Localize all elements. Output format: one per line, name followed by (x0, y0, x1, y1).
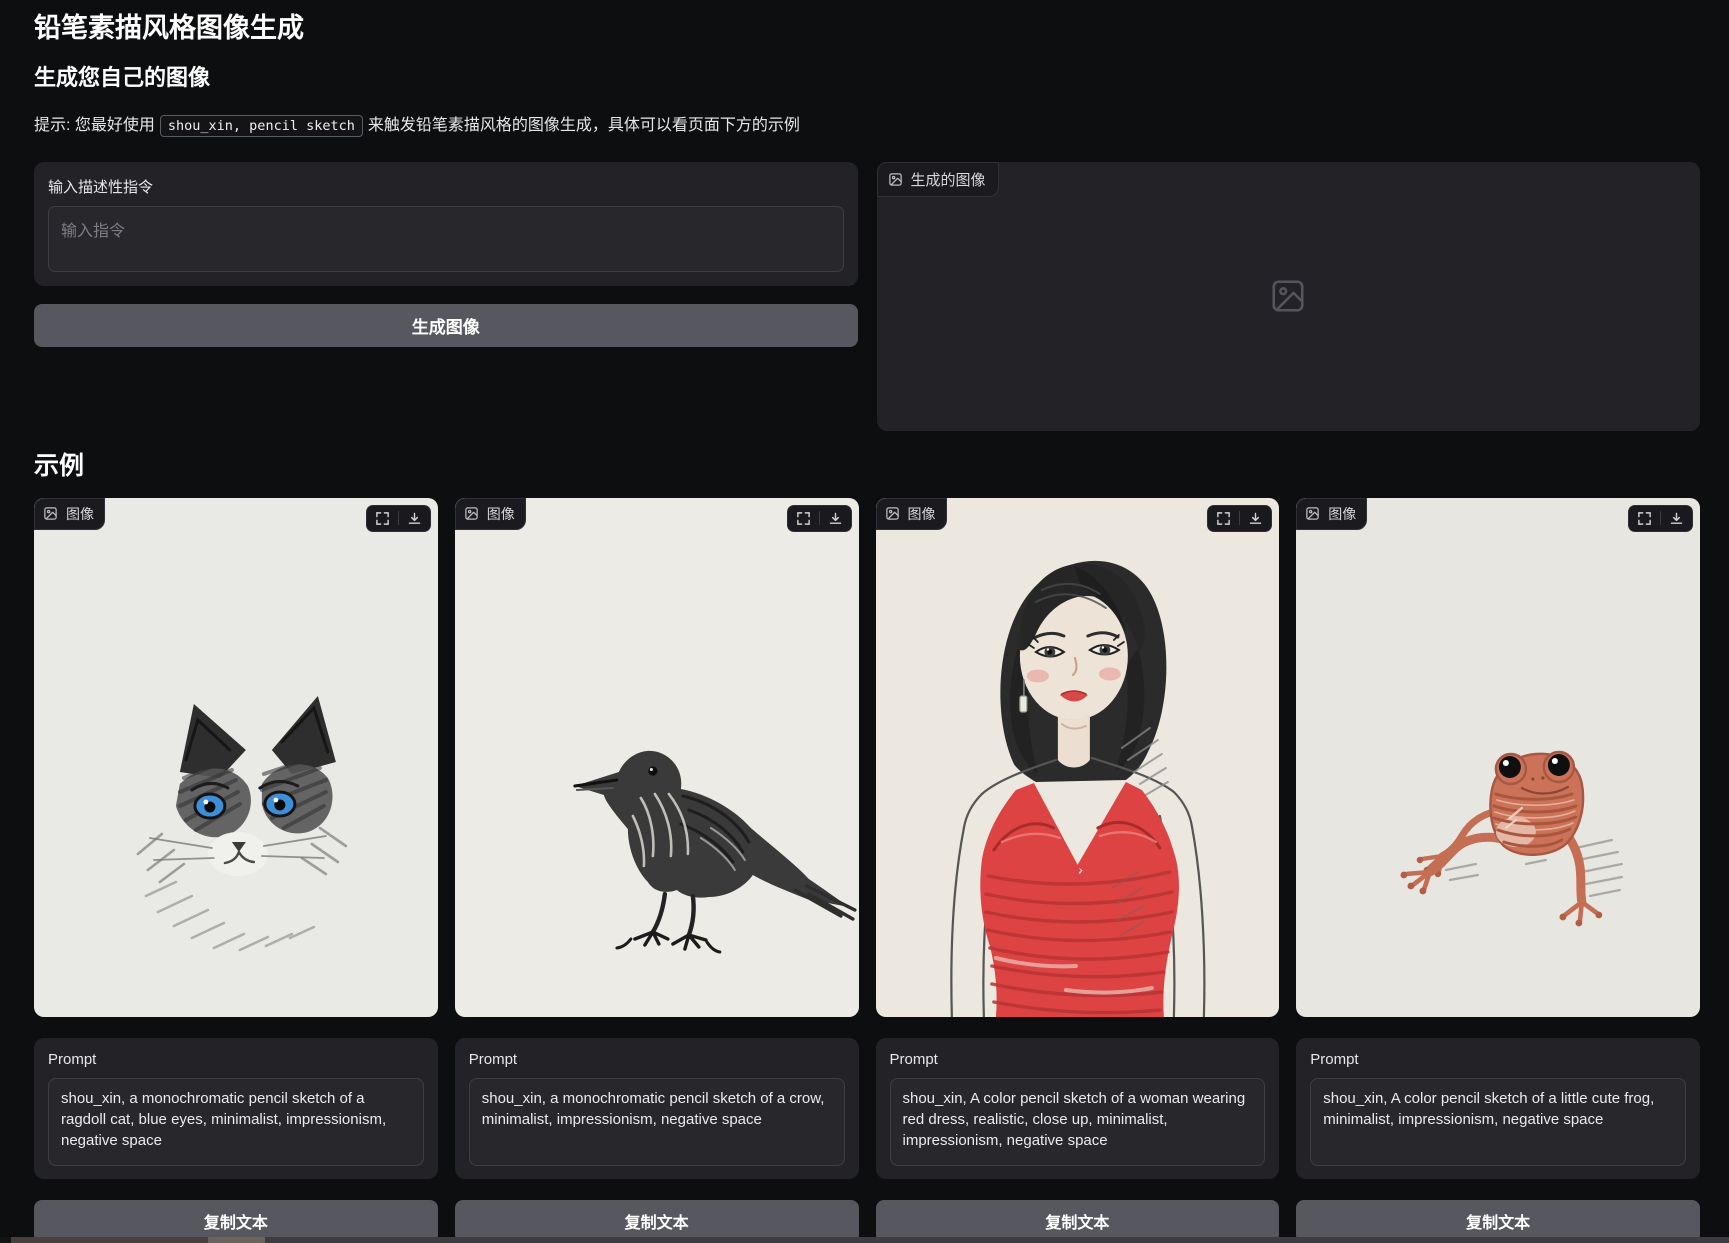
image-icon (885, 506, 900, 521)
tray-divider (1239, 511, 1240, 525)
prompt-textbox[interactable]: shou_xin, a monochromatic pencil sketch … (469, 1078, 845, 1166)
image-label-text: 图像 (66, 504, 94, 524)
trigger-words-code: shou_xin, pencil sketch (160, 115, 363, 137)
crow-sketch (455, 498, 859, 1017)
scrollbar-track-right (265, 1237, 1729, 1243)
download-icon[interactable] (1669, 511, 1684, 526)
image-label-badge: 图像 (34, 498, 105, 530)
prompt-label: Prompt (469, 1051, 845, 1068)
woman-red-dress-sketch (876, 498, 1280, 1017)
fullscreen-icon[interactable] (375, 511, 390, 526)
tip-suffix: 来触发铅笔素描风格的图像生成，具体可以看页面下方的示例 (368, 117, 800, 134)
image-icon (43, 506, 58, 521)
fullscreen-icon[interactable] (1637, 511, 1652, 526)
prompt-panel: Prompt shou_xin, A color pencil sketch o… (1296, 1038, 1700, 1179)
examples-row: 图像 Prompt shou_xin, a monochromatic penc… (34, 498, 1700, 1243)
horizontal-scrollbar (0, 1237, 1729, 1243)
scrollbar-thumb[interactable] (208, 1237, 265, 1243)
image-label-text: 图像 (1328, 504, 1356, 524)
generate-button[interactable]: 生成图像 (34, 304, 858, 347)
image-actions (366, 505, 431, 532)
fullscreen-icon[interactable] (1216, 511, 1231, 526)
generated-image-panel: 生成的图像 (877, 162, 1701, 431)
output-label-text: 生成的图像 (911, 169, 986, 190)
prompt-label: Prompt (1310, 1051, 1686, 1068)
output-column: 生成的图像 (877, 162, 1701, 431)
prompt-label: Prompt (890, 1051, 1266, 1068)
prompt-label: Prompt (48, 1051, 424, 1068)
prompt-textbox[interactable]: shou_xin, A color pencil sketch of a wom… (890, 1078, 1266, 1166)
example-card-crow: 图像 Prompt shou_xin, a monochromatic penc… (455, 498, 859, 1243)
page-subtitle: 生成您自己的图像 (34, 65, 1700, 91)
tip-prefix: 提示: 您最好使用 (34, 117, 155, 134)
image-placeholder-icon (1269, 277, 1307, 315)
page-title: 铅笔素描风格图像生成 (34, 12, 1700, 44)
image-label-text: 图像 (908, 504, 936, 524)
prompt-panel: Prompt shou_xin, a monochromatic pencil … (34, 1038, 438, 1179)
prompt-input[interactable] (48, 206, 844, 272)
examples-heading: 示例 (34, 451, 1700, 481)
example-image-cat: 图像 (34, 498, 438, 1017)
input-column: 输入描述性指令 生成图像 (34, 162, 858, 347)
image-actions (787, 505, 852, 532)
image-label-text: 图像 (487, 504, 515, 524)
image-label-badge: 图像 (876, 498, 947, 530)
scrollbar-track-left (11, 1237, 208, 1243)
fullscreen-icon[interactable] (796, 511, 811, 526)
prompt-input-panel: 输入描述性指令 (34, 162, 858, 286)
generator-row: 输入描述性指令 生成图像 生成的图像 (34, 162, 1700, 431)
image-icon (888, 172, 903, 187)
example-card-cat: 图像 Prompt shou_xin, a monochromatic penc… (34, 498, 438, 1243)
tray-divider (398, 511, 399, 525)
example-image-woman: 图像 (876, 498, 1280, 1017)
output-label-badge: 生成的图像 (877, 162, 999, 197)
empty-image-placeholder (877, 162, 1701, 431)
app-page: 铅笔素描风格图像生成 生成您自己的图像 提示: 您最好使用 shou_xin, p… (0, 0, 1729, 1243)
tray-divider (1660, 511, 1661, 525)
prompt-input-label: 输入描述性指令 (48, 176, 844, 197)
prompt-panel: Prompt shou_xin, a monochromatic pencil … (455, 1038, 859, 1179)
usage-tip: 提示: 您最好使用 shou_xin, pencil sketch 来触发铅笔素描风… (34, 114, 1700, 138)
download-icon[interactable] (828, 511, 843, 526)
frog-sketch (1296, 498, 1700, 1017)
image-actions (1207, 505, 1272, 532)
image-label-badge: 图像 (455, 498, 526, 530)
example-card-frog: 图像 Prompt shou_xin, A color pencil sketc… (1296, 498, 1700, 1243)
download-icon[interactable] (1248, 511, 1263, 526)
tray-divider (819, 511, 820, 525)
download-icon[interactable] (407, 511, 422, 526)
image-icon (1305, 506, 1320, 521)
prompt-panel: Prompt shou_xin, A color pencil sketch o… (876, 1038, 1280, 1179)
prompt-textbox[interactable]: shou_xin, a monochromatic pencil sketch … (48, 1078, 424, 1166)
example-card-woman: 图像 Prompt shou_xin, A color pencil sketc… (876, 498, 1280, 1243)
image-label-badge: 图像 (1296, 498, 1367, 530)
example-image-crow: 图像 (455, 498, 859, 1017)
example-image-frog: 图像 (1296, 498, 1700, 1017)
image-actions (1628, 505, 1693, 532)
prompt-textbox[interactable]: shou_xin, A color pencil sketch of a lit… (1310, 1078, 1686, 1166)
ragdoll-cat-sketch (34, 498, 438, 1017)
image-icon (464, 506, 479, 521)
scrollbar-lead (0, 1237, 11, 1243)
